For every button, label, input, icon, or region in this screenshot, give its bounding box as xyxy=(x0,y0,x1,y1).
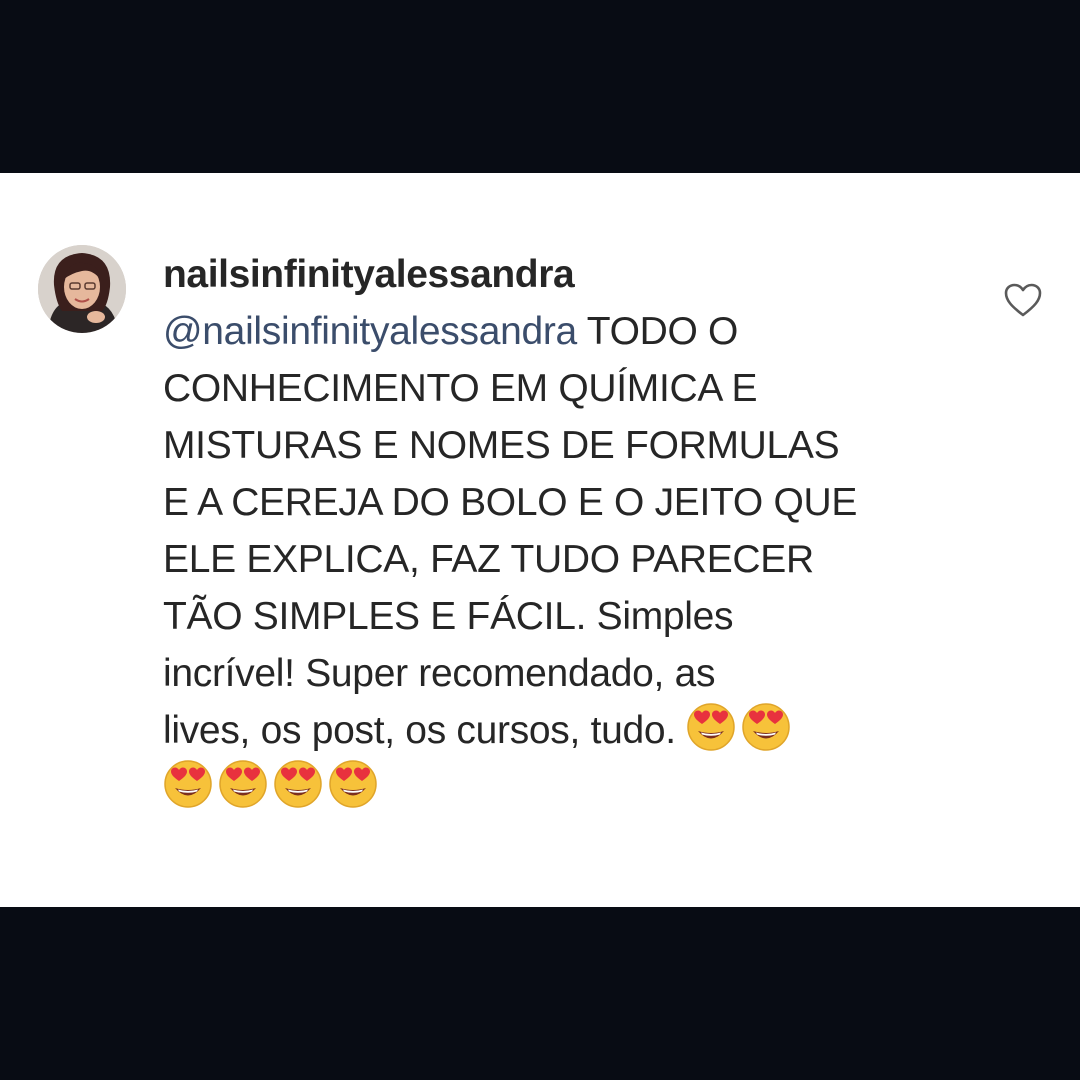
comment-line: MISTURAS E NOMES DE FORMULAS xyxy=(163,424,840,467)
like-button[interactable] xyxy=(1003,282,1043,318)
comment-line-text: lives, os post, os cursos, tudo. xyxy=(163,709,687,752)
comment-line: E A CEREJA DO BOLO E O JEITO QUE xyxy=(163,481,858,524)
comment-line: incrível! Super recomendado, as xyxy=(163,652,716,695)
comment-username[interactable]: nailsinfinityalessandra xyxy=(163,248,575,302)
avatar[interactable] xyxy=(38,245,126,333)
comment-line: lives, os post, os cursos, tudo. xyxy=(163,702,1003,759)
comment-line: ELE EXPLICA, FAZ TUDO PARECER xyxy=(163,538,814,581)
heart-icon xyxy=(1004,283,1042,317)
comment-line: @nailsinfinityalessandra TODO O xyxy=(163,303,1003,360)
heart-eyes-emoji-icon xyxy=(273,759,323,809)
heart-eyes-emoji-icon xyxy=(328,759,378,809)
avatar-photo-icon xyxy=(38,245,126,333)
heart-eyes-emoji-icon xyxy=(163,759,213,809)
comment-line-text: TODO O xyxy=(576,310,739,353)
comment-line xyxy=(163,759,1003,816)
bottom-letterbox-band xyxy=(0,907,1080,1080)
comment-text: @nailsinfinityalessandra TODO O CONHECIM… xyxy=(163,303,1003,816)
heart-eyes-emoji-icon xyxy=(686,702,736,752)
comment-mention[interactable]: @nailsinfinityalessandra xyxy=(163,310,577,353)
comment-line: CONHECIMENTO EM QUÍMICA E xyxy=(163,367,758,410)
heart-eyes-emoji-icon xyxy=(218,759,268,809)
top-letterbox-band xyxy=(0,0,1080,173)
comment-line: TÃO SIMPLES E FÁCIL. Simples xyxy=(163,595,734,638)
heart-eyes-emoji-icon xyxy=(741,702,791,752)
